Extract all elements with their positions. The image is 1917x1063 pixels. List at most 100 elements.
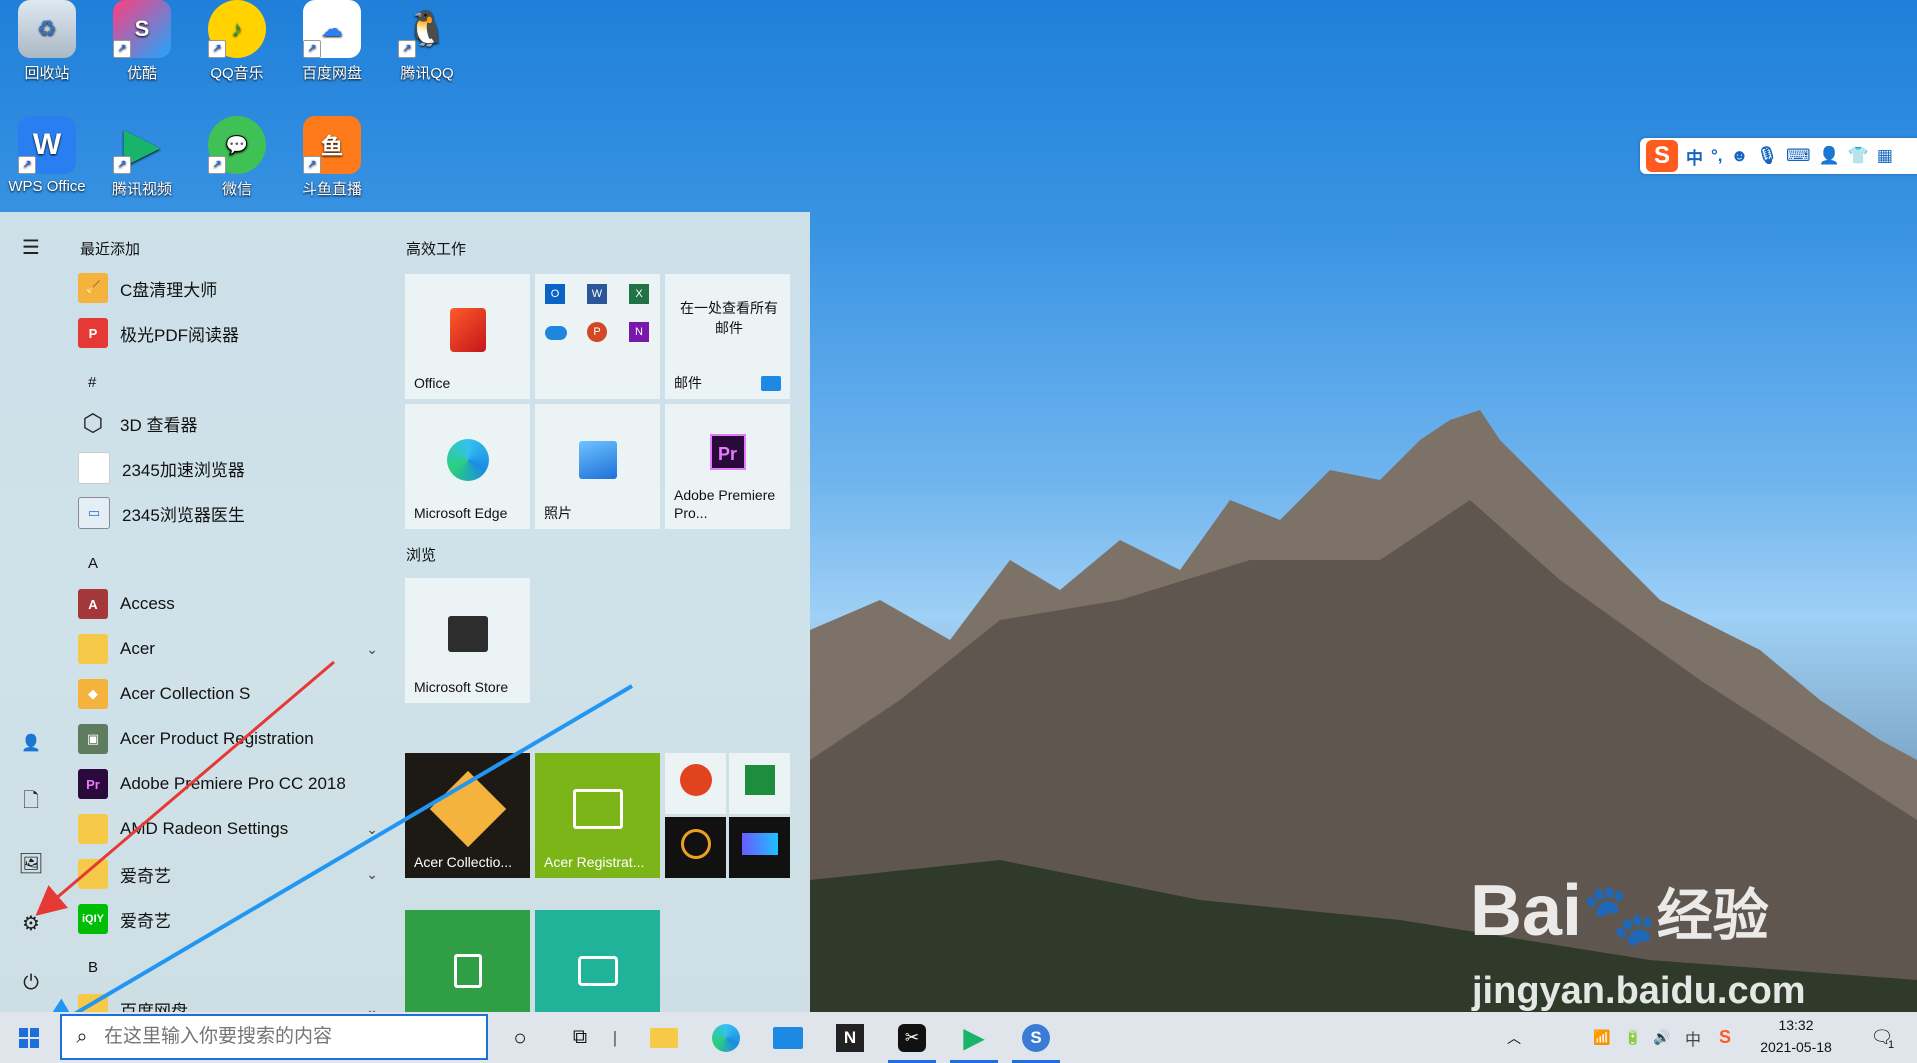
qq-icon: 🐧 ↗ [398, 0, 456, 58]
app-3d-viewer[interactable]: ⬡ 3D 查看器 [78, 403, 378, 443]
mail-taskbar-icon[interactable] [766, 1012, 810, 1063]
ime-punct-toggle[interactable]: °, [1711, 146, 1723, 166]
app-iqiyi[interactable]: iQIY 爱奇艺 [78, 899, 378, 939]
document-icon[interactable]: 🗋 [16, 788, 46, 818]
acer-registration-tile-icon [572, 789, 623, 830]
browser-doctor-icon: ▭ [78, 497, 110, 529]
taskbar-search-box[interactable]: ⌕ [60, 1014, 488, 1060]
acer-collection-icon: ◆ [78, 679, 108, 709]
edge-taskbar-icon[interactable] [704, 1012, 748, 1063]
tile-mail[interactable]: 在一处查看所有邮件 邮件 [665, 274, 790, 399]
toolbox-icon[interactable]: ▦ [1877, 146, 1893, 166]
emoji-icon[interactable]: ☻ [1731, 146, 1749, 166]
recycle-bin-icon: ♻ [18, 0, 76, 58]
desktop-icon-qq-music[interactable]: ♪ ↗ QQ音乐 [194, 0, 280, 83]
mail-icon [761, 376, 781, 391]
network-icon[interactable]: 📶 [1590, 1012, 1614, 1063]
group-header-a[interactable]: A [88, 555, 98, 572]
sogou-tray-icon[interactable]: S [1712, 1012, 1738, 1063]
app-folder-acer[interactable]: Acer ⌄ [78, 629, 378, 669]
pictures-icon[interactable]: 🖼 [16, 848, 46, 878]
acer-registration-icon: ▣ [78, 724, 108, 754]
wps-icon: W ↗ [18, 116, 76, 174]
power-icon[interactable]: ⏻ [16, 968, 46, 998]
show-hidden-icons[interactable]: ︿ [1502, 1012, 1526, 1063]
tile-small-remote[interactable] [665, 753, 726, 814]
baidu-watermark: Bai🐾经验 [1470, 871, 1769, 951]
office-icon [449, 308, 486, 353]
browser-icon [78, 452, 110, 484]
watermark-url: jingyan.baidu.com [1472, 970, 1806, 1012]
tile-green-doc[interactable] [405, 910, 530, 1012]
video-editor-icon [741, 833, 778, 856]
capcut-taskbar-icon[interactable]: ✂ [890, 1012, 934, 1063]
group-header-hash[interactable]: # [88, 374, 96, 391]
app-folder-iqiyi[interactable]: 爱奇艺 ⌄ [78, 854, 378, 894]
app-folder-amd[interactable]: AMD Radeon Settings ⌄ [78, 809, 378, 849]
onenote-icon: N [629, 322, 649, 342]
app-folder-baidu[interactable]: 百度网盘 ⌄ [78, 989, 378, 1012]
tile-office-apps[interactable]: O W X P N [535, 274, 660, 399]
taskbar-clock[interactable]: 13:32 2021-05-18 [1744, 1014, 1848, 1058]
app-jiguang-pdf[interactable]: P 极光PDF阅读器 [78, 313, 378, 353]
notion-taskbar-icon[interactable]: N [828, 1012, 872, 1063]
ime-mode-toggle[interactable]: 中 [1686, 144, 1703, 169]
chevron-down-icon: ⌄ [366, 1000, 378, 1013]
tencent-video-icon: ▶ ↗ [113, 116, 171, 174]
group-header-b[interactable]: B [88, 959, 98, 976]
desktop-icon-youku[interactable]: S ↗ 优酷 [99, 0, 185, 83]
task-view-button[interactable]: ⧉ [560, 1012, 600, 1063]
ime-indicator[interactable]: 中 [1680, 1012, 1706, 1063]
settings-icon[interactable]: ⚙ [16, 908, 46, 938]
app-2345-browser[interactable]: 2345加速浏览器 [78, 448, 378, 488]
tile-office[interactable]: Office [405, 274, 530, 399]
tile-area: 高效工作 Office O W X P N 在一处查看所有邮件 邮件 Micro… [396, 212, 810, 1012]
tile-photos[interactable]: 照片 [535, 404, 660, 529]
keyboard-icon[interactable]: ⌨ [1786, 146, 1811, 166]
tencent-video-taskbar-icon[interactable]: ▶ [952, 1012, 996, 1063]
desktop-icon-wps[interactable]: W ↗ WPS Office [4, 116, 90, 195]
app-acer-registration[interactable]: ▣ Acer Product Registration [78, 719, 378, 759]
battery-icon[interactable]: 🔋 [1620, 1012, 1646, 1063]
tile-acer-collection[interactable]: Acer Collectio... [405, 753, 530, 878]
sogou-logo-icon: S [1646, 140, 1678, 172]
app-access[interactable]: A Access [78, 584, 378, 624]
app-2345-browser-doctor[interactable]: ▭ 2345浏览器医生 [78, 493, 378, 533]
app-acer-collection[interactable]: ◆ Acer Collection S [78, 674, 378, 714]
clock-time: 13:32 [1778, 1017, 1814, 1033]
desktop-icon-tencent-video[interactable]: ▶ ↗ 腾讯视频 [99, 116, 185, 199]
tile-small-video[interactable] [729, 817, 790, 878]
user-center-icon[interactable]: 👤 [1819, 146, 1840, 166]
volume-icon[interactable]: 🔊 [1650, 1012, 1674, 1063]
desktop-icon-baidu-netdisk[interactable]: ☁ ↗ 百度网盘 [289, 0, 375, 83]
tile-edge[interactable]: Microsoft Edge [405, 404, 530, 529]
tile-small-spreadsheet[interactable] [729, 753, 790, 814]
desktop-icon-qq[interactable]: 🐧 ↗ 腾讯QQ [384, 0, 470, 83]
cortana-button[interactable]: ○ [500, 1012, 540, 1063]
ime-toolbar[interactable]: S 中 °, ☻ 🎙 ⌨ 👤 👕 ▦ [1640, 138, 1917, 174]
app-c-cleaner[interactable]: 🧹 C盘清理大师 [78, 268, 378, 308]
microphone-icon[interactable]: 🎙 [1756, 146, 1778, 166]
outlook-icon: O [545, 284, 565, 304]
premiere-tile-icon: Pr [709, 433, 746, 470]
start-button[interactable] [0, 1012, 58, 1063]
edge-icon [446, 439, 489, 482]
app-premiere[interactable]: Pr Adobe Premiere Pro CC 2018 [78, 764, 378, 804]
sogou-taskbar-icon[interactable]: S [1014, 1012, 1058, 1063]
desktop-icon-recycle-bin[interactable]: ♻ 回收站 [4, 0, 90, 83]
tile-small-camera[interactable] [665, 817, 726, 878]
folder-icon [78, 859, 108, 889]
tile-teal-monitor[interactable] [535, 910, 660, 1012]
tile-store[interactable]: Microsoft Store [405, 578, 530, 703]
skin-icon[interactable]: 👕 [1848, 146, 1869, 166]
search-input[interactable] [102, 1025, 466, 1049]
file-explorer-icon[interactable] [642, 1012, 686, 1063]
user-icon[interactable]: 👤 [16, 728, 46, 758]
desktop-icon-wechat[interactable]: 💬 ↗ 微信 [194, 116, 280, 199]
desktop-icon-douyu[interactable]: 鱼 ↗ 斗鱼直播 [289, 116, 375, 199]
douyu-icon: 鱼 ↗ [303, 116, 361, 174]
wechat-icon: 💬 ↗ [208, 116, 266, 174]
tile-acer-registration[interactable]: Acer Registrat... [535, 753, 660, 878]
tile-premiere[interactable]: Pr Adobe Premiere Pro... [665, 404, 790, 529]
menu-icon[interactable]: ☰ [16, 232, 46, 262]
